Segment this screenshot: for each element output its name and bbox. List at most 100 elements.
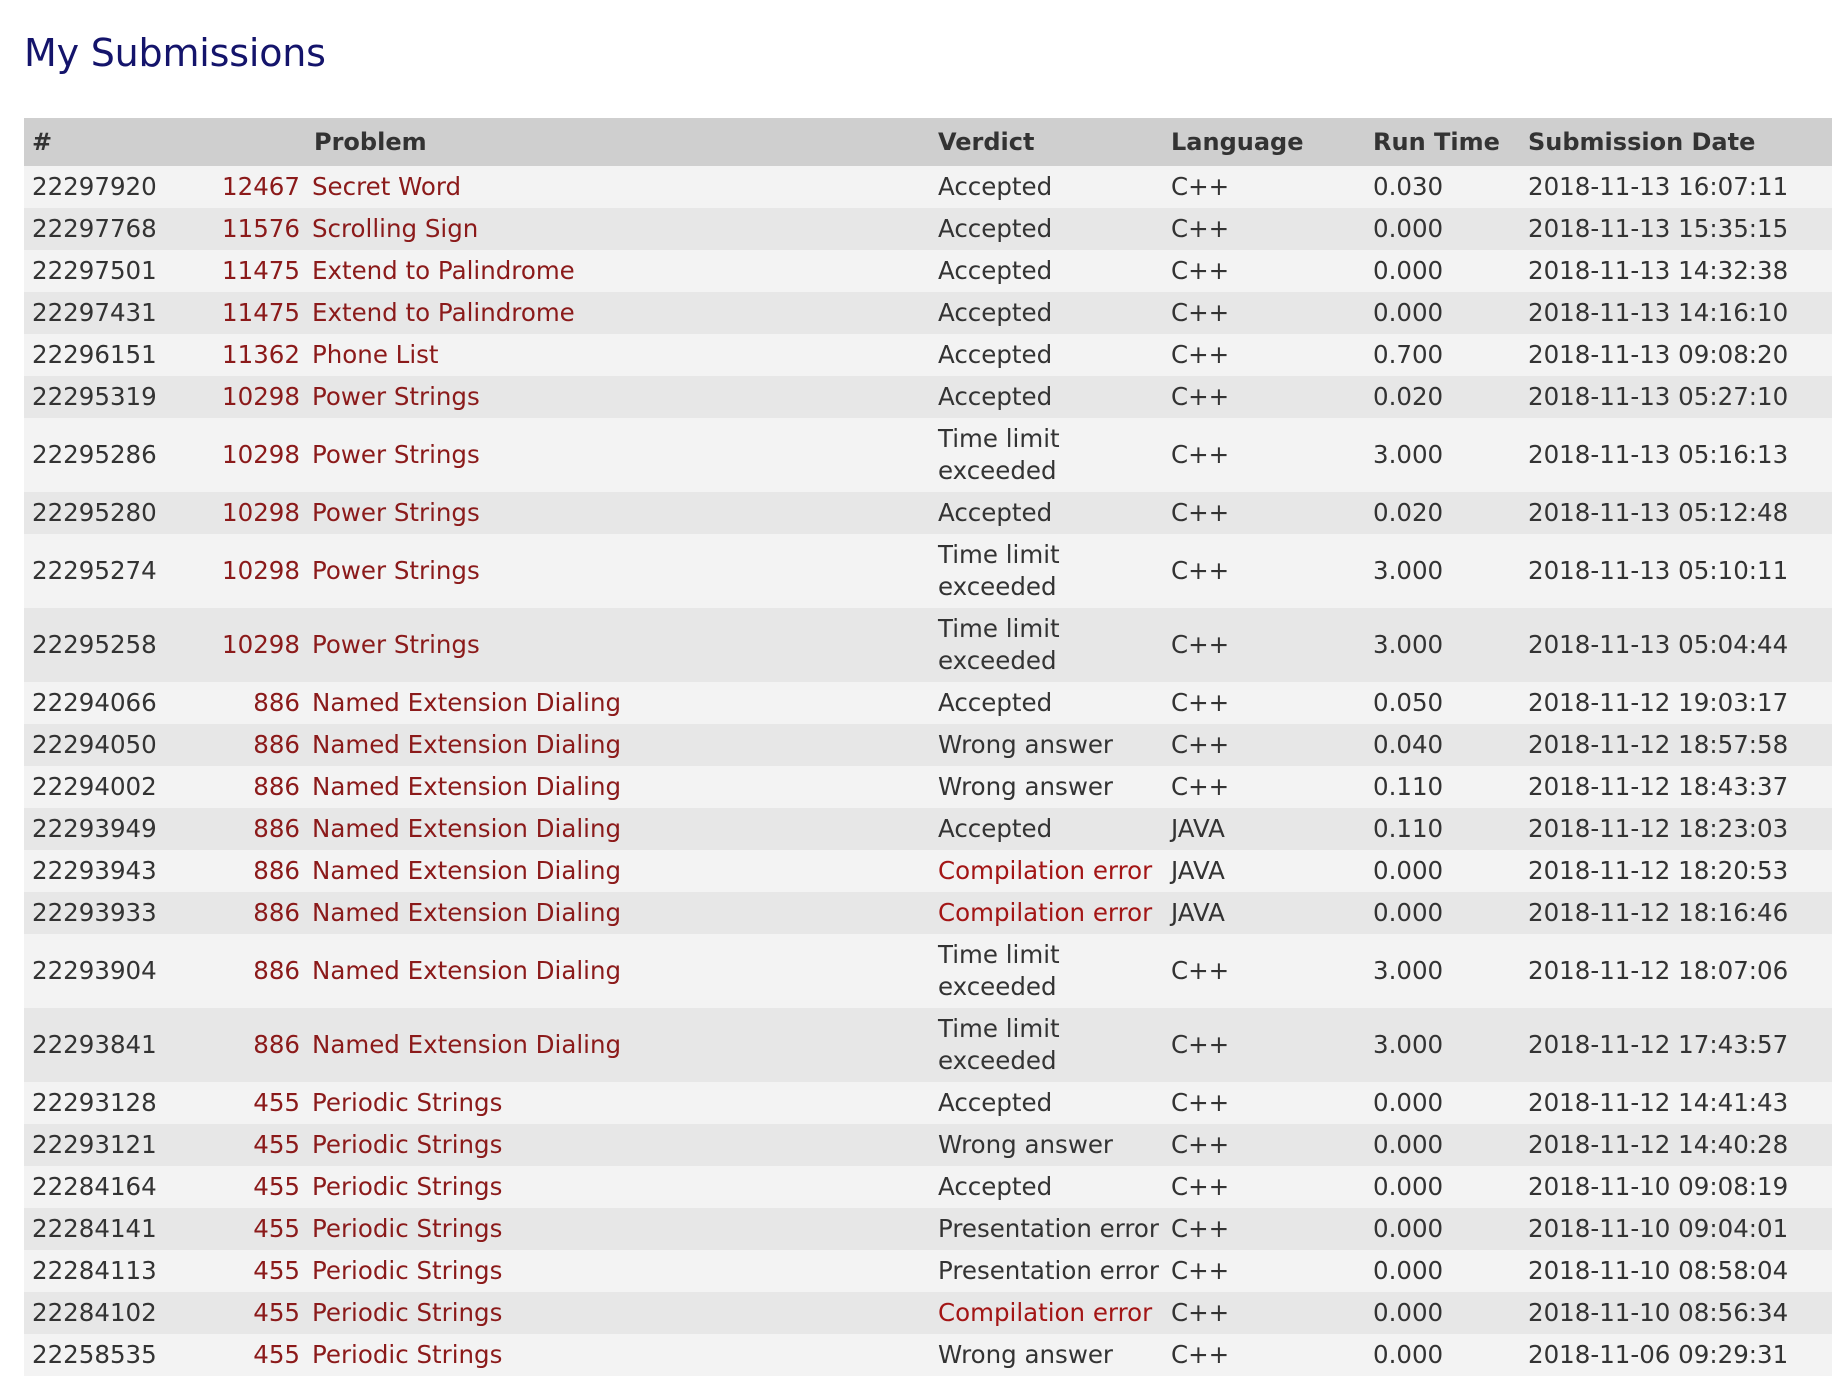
verdict: Accepted [930,376,1163,418]
verdict: Accepted [930,334,1163,376]
run-time: 0.110 [1365,808,1520,850]
submission-date: 2018-11-13 05:04:44 [1520,608,1832,682]
problem-number[interactable]: 886 [186,724,306,766]
problem-title-cell: Periodic Strings [306,1292,930,1334]
problem-title-link[interactable]: Periodic Strings [312,1256,502,1285]
problem-title-link[interactable]: Periodic Strings [312,1340,502,1369]
language: C++ [1163,418,1365,492]
submission-date: 2018-11-13 09:08:20 [1520,334,1832,376]
problem-number[interactable]: 12467 [186,166,306,208]
table-row: 22297920 12467 Secret Word Accepted C++ 0.030… [24,166,1832,208]
problem-number[interactable]: 11475 [186,292,306,334]
problem-number[interactable]: 886 [186,892,306,934]
problem-title-link[interactable]: Scrolling Sign [312,214,478,243]
problem-title-link[interactable]: Named Extension Dialing [312,688,621,717]
problem-number[interactable]: 886 [186,850,306,892]
run-time: 0.040 [1365,724,1520,766]
problem-number[interactable]: 886 [186,766,306,808]
submission-date: 2018-11-10 09:04:01 [1520,1208,1832,1250]
problem-title-link[interactable]: Named Extension Dialing [312,814,621,843]
problem-title-link[interactable]: Periodic Strings [312,1298,502,1327]
language: C++ [1163,682,1365,724]
language: C++ [1163,766,1365,808]
submission-date: 2018-11-12 18:57:58 [1520,724,1832,766]
problem-number[interactable]: 455 [186,1082,306,1124]
table-row: 22294002 886 Named Extension Dialing Wrong … [24,766,1832,808]
verdict: Time limit exceeded [930,418,1163,492]
submission-id: 22293943 [24,850,186,892]
problem-number[interactable]: 11362 [186,334,306,376]
language: C++ [1163,250,1365,292]
problem-number[interactable]: 455 [186,1250,306,1292]
submission-id: 22295286 [24,418,186,492]
table-row: 22295274 10298 Power Strings Time limit exc… [24,534,1832,608]
verdict: Compilation error [930,892,1163,934]
problem-number[interactable]: 10298 [186,608,306,682]
submission-id: 22258535 [24,1334,186,1376]
problem-number[interactable]: 886 [186,1008,306,1082]
problem-title-link[interactable]: Named Extension Dialing [312,730,621,759]
run-time: 3.000 [1365,1008,1520,1082]
language: C++ [1163,1250,1365,1292]
problem-title-link[interactable]: Secret Word [312,172,461,201]
table-row: 22295258 10298 Power Strings Time limit exc… [24,608,1832,682]
problem-number[interactable]: 10298 [186,534,306,608]
table-row: 22297431 11475 Extend to Palindrome Accepte… [24,292,1832,334]
run-time: 0.020 [1365,492,1520,534]
problem-title-link[interactable]: Periodic Strings [312,1172,502,1201]
language: C++ [1163,534,1365,608]
run-time: 0.030 [1365,166,1520,208]
problem-title-cell: Power Strings [306,376,930,418]
problem-title-link[interactable]: Named Extension Dialing [312,956,621,985]
problem-number[interactable]: 10298 [186,376,306,418]
problem-title-link[interactable]: Named Extension Dialing [312,856,621,885]
verdict: Accepted [930,1082,1163,1124]
problem-title-link[interactable]: Power Strings [312,556,480,585]
problem-title-link[interactable]: Extend to Palindrome [312,298,575,327]
run-time: 3.000 [1365,534,1520,608]
problem-number[interactable]: 455 [186,1292,306,1334]
submission-id: 22295258 [24,608,186,682]
problem-title-link[interactable]: Power Strings [312,382,480,411]
language: C++ [1163,608,1365,682]
problem-number[interactable]: 455 [186,1208,306,1250]
run-time: 0.000 [1365,1292,1520,1334]
problem-title-link[interactable]: Named Extension Dialing [312,772,621,801]
run-time: 0.110 [1365,766,1520,808]
submission-id: 22284164 [24,1166,186,1208]
problem-title-cell: Periodic Strings [306,1208,930,1250]
problem-number[interactable]: 886 [186,934,306,1008]
problem-title-link[interactable]: Power Strings [312,630,480,659]
problem-title-link[interactable]: Extend to Palindrome [312,256,575,285]
problem-title-link[interactable]: Power Strings [312,498,480,527]
problem-number[interactable]: 10298 [186,492,306,534]
language: C++ [1163,1082,1365,1124]
problem-title-link[interactable]: Power Strings [312,440,480,469]
table-row: 22293949 886 Named Extension Dialing Accept… [24,808,1832,850]
problem-number[interactable]: 455 [186,1166,306,1208]
problem-number[interactable]: 11576 [186,208,306,250]
problem-title-cell: Periodic Strings [306,1166,930,1208]
problem-title-cell: Named Extension Dialing [306,724,930,766]
problem-title-link[interactable]: Named Extension Dialing [312,898,621,927]
table-row: 22295319 10298 Power Strings Accepted C++ 0.0… [24,376,1832,418]
problem-number[interactable]: 886 [186,682,306,724]
problem-title-cell: Scrolling Sign [306,208,930,250]
problem-number[interactable]: 455 [186,1124,306,1166]
verdict: Accepted [930,1166,1163,1208]
problem-number[interactable]: 886 [186,808,306,850]
problem-title-link[interactable]: Periodic Strings [312,1088,502,1117]
problem-title-link[interactable]: Phone List [312,340,439,369]
verdict: Accepted [930,808,1163,850]
problem-title-link[interactable]: Named Extension Dialing [312,1030,621,1059]
submission-id: 22295319 [24,376,186,418]
language: C++ [1163,166,1365,208]
problem-title-link[interactable]: Periodic Strings [312,1130,502,1159]
header-verdict: Verdict [930,118,1163,166]
problem-title-link[interactable]: Periodic Strings [312,1214,502,1243]
problem-number[interactable]: 11475 [186,250,306,292]
problem-number[interactable]: 455 [186,1334,306,1376]
problem-number[interactable]: 10298 [186,418,306,492]
submission-date: 2018-11-13 05:27:10 [1520,376,1832,418]
verdict: Compilation error [930,1292,1163,1334]
